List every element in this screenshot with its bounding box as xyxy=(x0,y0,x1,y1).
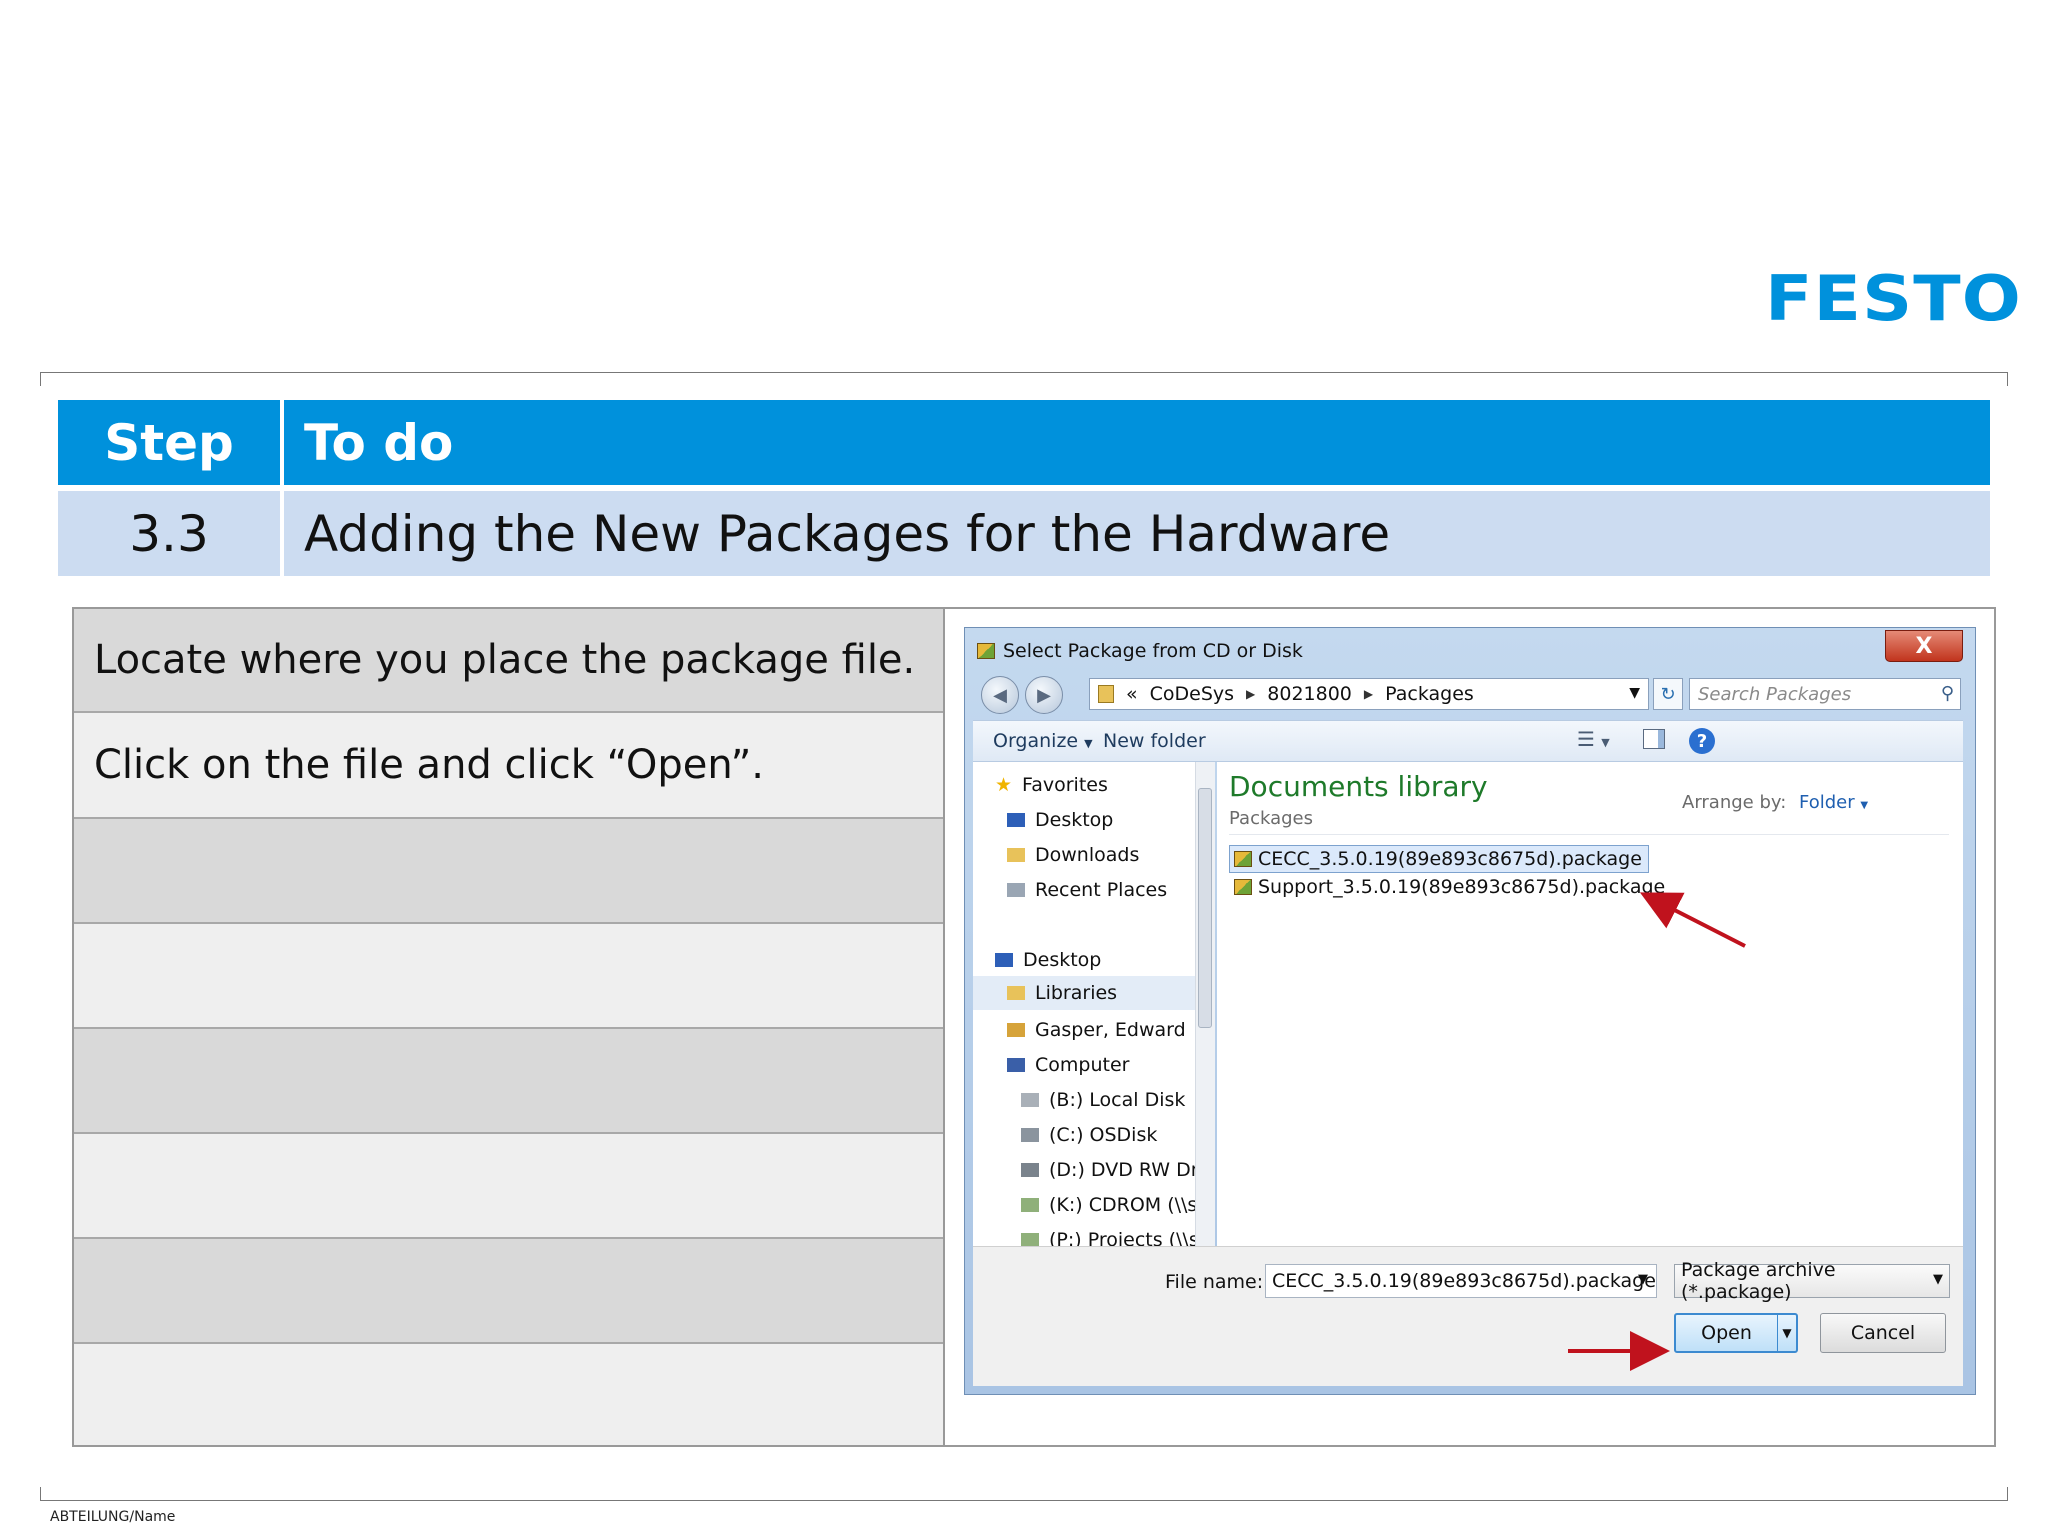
footer-department: ABTEILUNG/Name xyxy=(50,1509,176,1525)
arrow-to-file xyxy=(1639,892,1746,948)
annotation-arrows xyxy=(1568,892,1746,1371)
